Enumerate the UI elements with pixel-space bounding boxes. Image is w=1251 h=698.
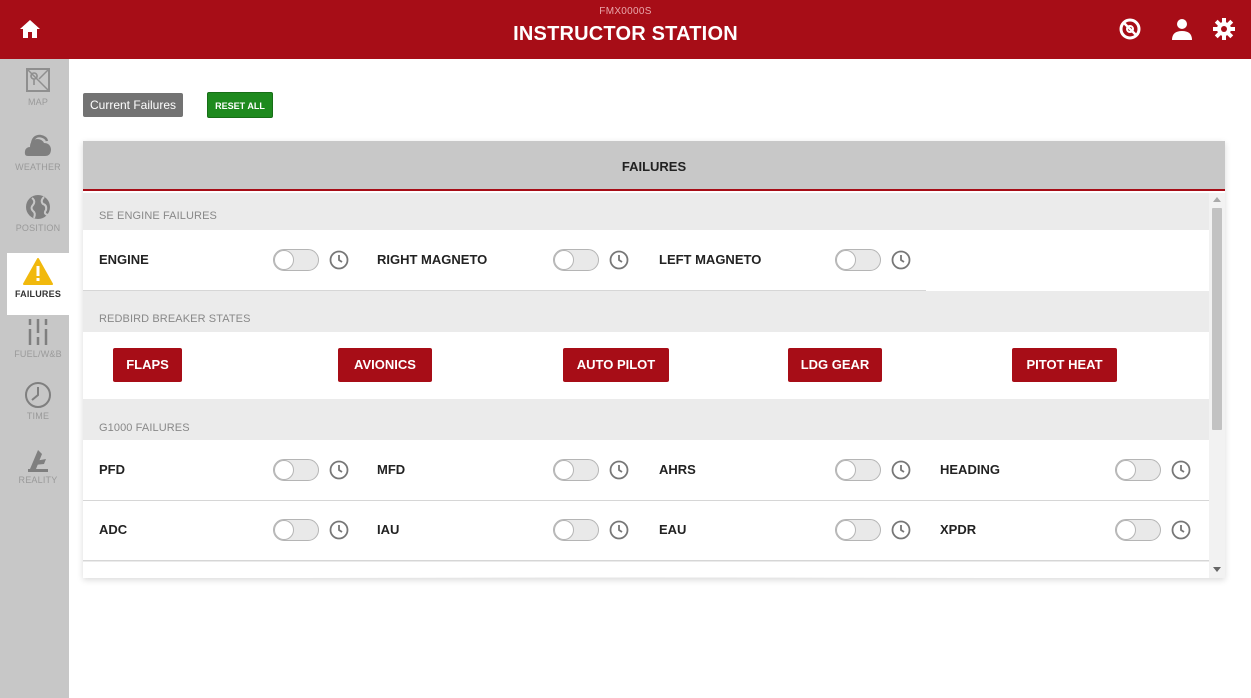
mfd-toggle[interactable] bbox=[553, 459, 599, 481]
g1000-row-2: ADC IAU EAU XPDR bbox=[83, 501, 1209, 561]
right-magneto-timer-clock-icon[interactable] bbox=[609, 250, 629, 270]
breaker-pitot-heat-button[interactable]: PITOT HEAT bbox=[1012, 348, 1117, 382]
sidebar-item-label: TIME bbox=[26, 411, 50, 421]
scroll-down-arrow-icon[interactable] bbox=[1213, 567, 1221, 572]
failure-label-mfd: MFD bbox=[377, 462, 406, 477]
sidebar-item-label: WEATHER bbox=[15, 162, 61, 172]
sidebar-nav: MAP WEATHER POSITION FAILURES FUEL/W&B T… bbox=[0, 59, 69, 698]
page-title: INSTRUCTOR STATION bbox=[513, 23, 738, 45]
map-icon bbox=[26, 68, 50, 92]
section-title-breakers: REDBIRD BREAKER STATES bbox=[99, 313, 251, 325]
xpdr-toggle[interactable] bbox=[1115, 519, 1161, 541]
failure-label-xpdr: XPDR bbox=[940, 522, 977, 537]
g1000-row-partial bbox=[83, 562, 1209, 578]
engine-timer-clock-icon[interactable] bbox=[329, 250, 349, 270]
ahrs-timer-clock-icon[interactable] bbox=[891, 460, 911, 480]
eau-toggle[interactable] bbox=[835, 519, 881, 541]
iau-timer-clock-icon[interactable] bbox=[609, 520, 629, 540]
g1000-row-1: PFD MFD AHRS HEADING bbox=[83, 440, 1209, 501]
failure-label-adc: ADC bbox=[99, 522, 128, 537]
sidebar-item-label: MAP bbox=[27, 97, 49, 107]
se-engine-row: ENGINE RIGHT MAGNETO LEFT MAGNETO bbox=[83, 230, 1209, 291]
sidebar-item-label: REALITY bbox=[18, 475, 58, 485]
mfd-timer-clock-icon[interactable] bbox=[609, 460, 629, 480]
pfd-timer-clock-icon[interactable] bbox=[329, 460, 349, 480]
section-title-se-engine: SE ENGINE FAILURES bbox=[99, 210, 217, 222]
breaker-flaps-button[interactable]: FLAPS bbox=[113, 348, 182, 382]
sidebar-item-label: POSITION bbox=[15, 223, 61, 233]
left-magneto-timer-clock-icon[interactable] bbox=[891, 250, 911, 270]
iau-toggle[interactable] bbox=[553, 519, 599, 541]
sliders-icon bbox=[27, 319, 49, 345]
breaker-avionics-button[interactable]: AVIONICS bbox=[338, 348, 432, 382]
adc-timer-clock-icon[interactable] bbox=[329, 520, 349, 540]
settings-gear-icon[interactable] bbox=[1211, 16, 1237, 42]
scrollbar-thumb[interactable] bbox=[1212, 208, 1222, 430]
engine-toggle[interactable] bbox=[273, 249, 319, 271]
sidebar-item-reality[interactable]: REALITY bbox=[7, 445, 69, 507]
vertical-scrollbar[interactable] bbox=[1209, 193, 1225, 578]
failure-label-ahrs: AHRS bbox=[659, 462, 696, 477]
sidebar-item-failures[interactable]: FAILURES bbox=[7, 253, 69, 315]
failure-label-right-magneto: RIGHT MAGNETO bbox=[377, 252, 488, 267]
section-title-g1000: G1000 FAILURES bbox=[99, 422, 190, 434]
row-divider bbox=[83, 560, 1209, 561]
cloud-icon bbox=[24, 134, 51, 156]
failure-label-eau: EAU bbox=[659, 522, 687, 537]
failures-panel: FAILURES SE ENGINE FAILURES ENGINE RIGHT… bbox=[83, 141, 1225, 578]
adc-toggle[interactable] bbox=[273, 519, 319, 541]
breaker-autopilot-button[interactable]: AUTO PILOT bbox=[563, 348, 669, 382]
sidebar-item-map[interactable]: MAP bbox=[7, 67, 69, 129]
clock-icon bbox=[25, 382, 51, 408]
failure-label-left-magneto: LEFT MAGNETO bbox=[659, 252, 762, 267]
breaker-row: FLAPS AVIONICS AUTO PILOT LDG GEAR PITOT… bbox=[83, 332, 1209, 399]
reality-icon bbox=[28, 450, 48, 472]
sidebar-item-position[interactable]: POSITION bbox=[7, 193, 69, 255]
app-header: FMX0000S INSTRUCTOR STATION bbox=[0, 0, 1251, 59]
station-id: FMX0000S bbox=[599, 6, 652, 17]
current-failures-button[interactable]: Current Failures bbox=[83, 93, 184, 117]
panel-title: FAILURES bbox=[83, 141, 1225, 191]
right-magneto-toggle[interactable] bbox=[553, 249, 599, 271]
heading-toggle[interactable] bbox=[1115, 459, 1161, 481]
sidebar-item-time[interactable]: TIME bbox=[7, 381, 69, 443]
failures-scroll-area[interactable]: SE ENGINE FAILURES ENGINE RIGHT MAGNETO … bbox=[83, 193, 1209, 578]
heading-timer-clock-icon[interactable] bbox=[1171, 460, 1191, 480]
eau-timer-clock-icon[interactable] bbox=[891, 520, 911, 540]
xpdr-timer-clock-icon[interactable] bbox=[1171, 520, 1191, 540]
scroll-fade bbox=[123, 577, 1163, 578]
ahrs-toggle[interactable] bbox=[835, 459, 881, 481]
left-magneto-toggle[interactable] bbox=[835, 249, 881, 271]
scroll-up-arrow-icon[interactable] bbox=[1213, 197, 1221, 202]
failure-label-heading: HEADING bbox=[940, 462, 1000, 477]
user-icon[interactable] bbox=[1169, 16, 1195, 42]
breaker-ldg-gear-button[interactable]: LDG GEAR bbox=[788, 348, 882, 382]
sidebar-item-label: FUEL/W&B bbox=[14, 349, 62, 359]
no-signal-icon[interactable] bbox=[1117, 16, 1143, 42]
failure-label-pfd: PFD bbox=[99, 462, 125, 477]
failure-label-engine: ENGINE bbox=[99, 252, 149, 267]
failure-label-iau: IAU bbox=[377, 522, 400, 537]
globe-icon bbox=[26, 195, 50, 219]
sidebar-item-label: FAILURES bbox=[14, 289, 62, 299]
pfd-toggle[interactable] bbox=[273, 459, 319, 481]
sidebar-item-fuel-wb[interactable]: FUEL/W&B bbox=[7, 317, 69, 379]
row-divider bbox=[83, 290, 926, 291]
warning-icon bbox=[23, 258, 53, 285]
sidebar-item-weather[interactable]: WEATHER bbox=[7, 132, 69, 194]
reset-all-button[interactable]: RESET ALL bbox=[207, 92, 273, 118]
